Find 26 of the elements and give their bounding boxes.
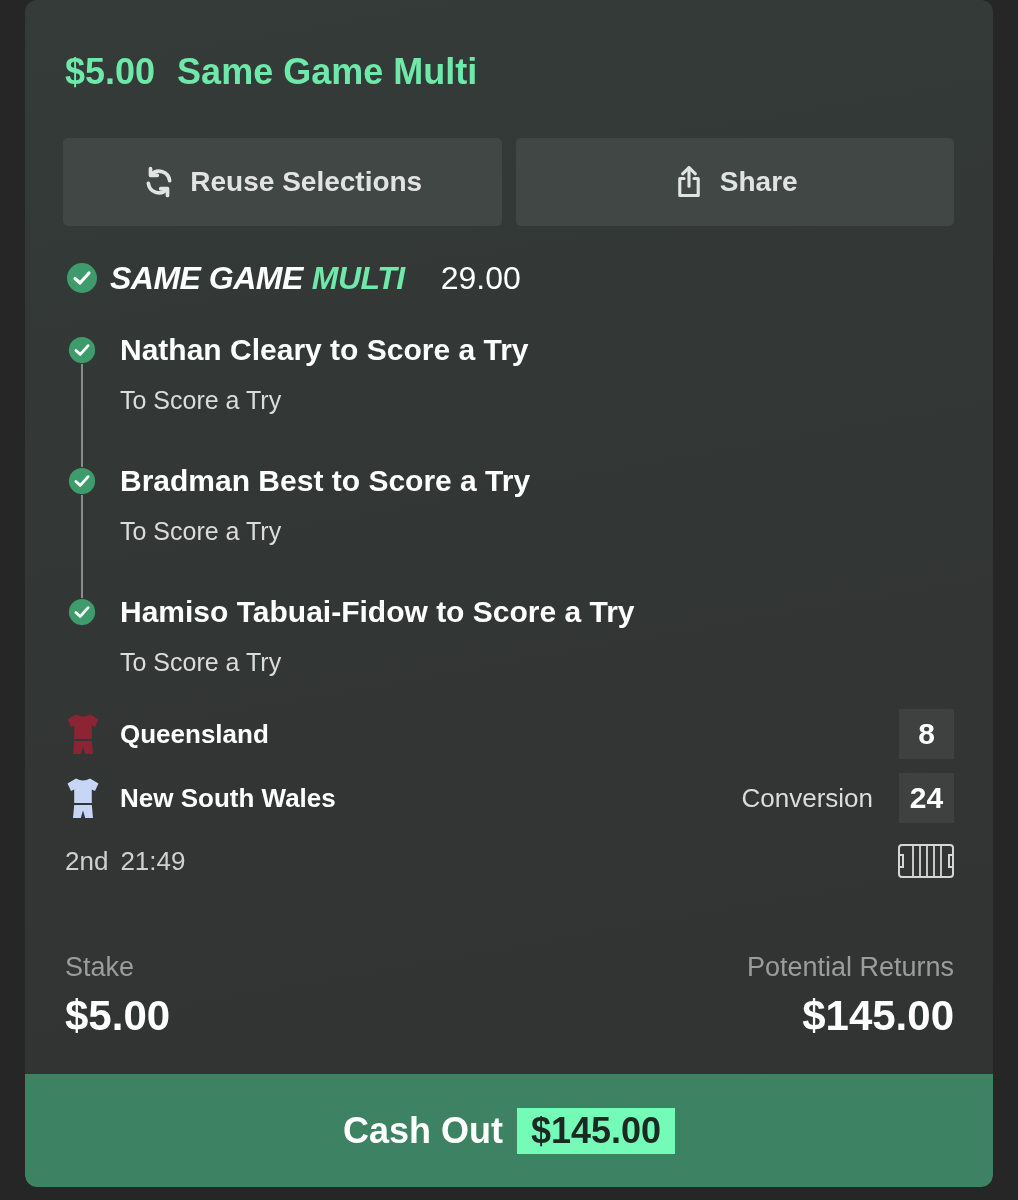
market-name: To Score a Try xyxy=(120,516,283,547)
selection-title: Nathan Cleary to Score a Try xyxy=(120,332,529,368)
share-button[interactable]: Share xyxy=(515,138,954,226)
summary-label: Potential Returns xyxy=(746,952,954,982)
selection-title: Hamiso Tabuai-Fidow to Score a Try xyxy=(120,594,635,630)
summary-value: $5.00 xyxy=(65,992,171,1040)
field-icon[interactable] xyxy=(898,844,954,878)
cash-out-amount: $145.00 xyxy=(516,1107,676,1154)
summary-value: $145.00 xyxy=(802,992,954,1040)
reuse-selections-button[interactable]: Reuse Selections xyxy=(63,138,502,226)
match-clock: 21:49 xyxy=(120,845,186,877)
summary-label: Stake xyxy=(65,952,136,982)
header-title: Same Game Multi xyxy=(177,50,478,94)
team-score: 8 xyxy=(899,709,954,759)
market-name: To Score a Try xyxy=(120,647,283,678)
team-name: Queensland xyxy=(120,718,269,750)
selection-title: Bradman Best to Score a Try xyxy=(120,463,531,499)
bet-type-title: SAME GAME MULTI xyxy=(110,259,405,297)
team-score: 24 xyxy=(899,773,954,823)
match-period: 2nd xyxy=(65,845,109,877)
cash-out-button[interactable]: Cash Out $145.00 xyxy=(25,1074,993,1187)
header-stake: $5.00 xyxy=(65,50,156,94)
score-event: Conversion xyxy=(741,782,873,814)
market-name: To Score a Try xyxy=(120,385,283,416)
team-name: New South Wales xyxy=(120,782,336,814)
odds-value: 29.00 xyxy=(440,259,521,297)
